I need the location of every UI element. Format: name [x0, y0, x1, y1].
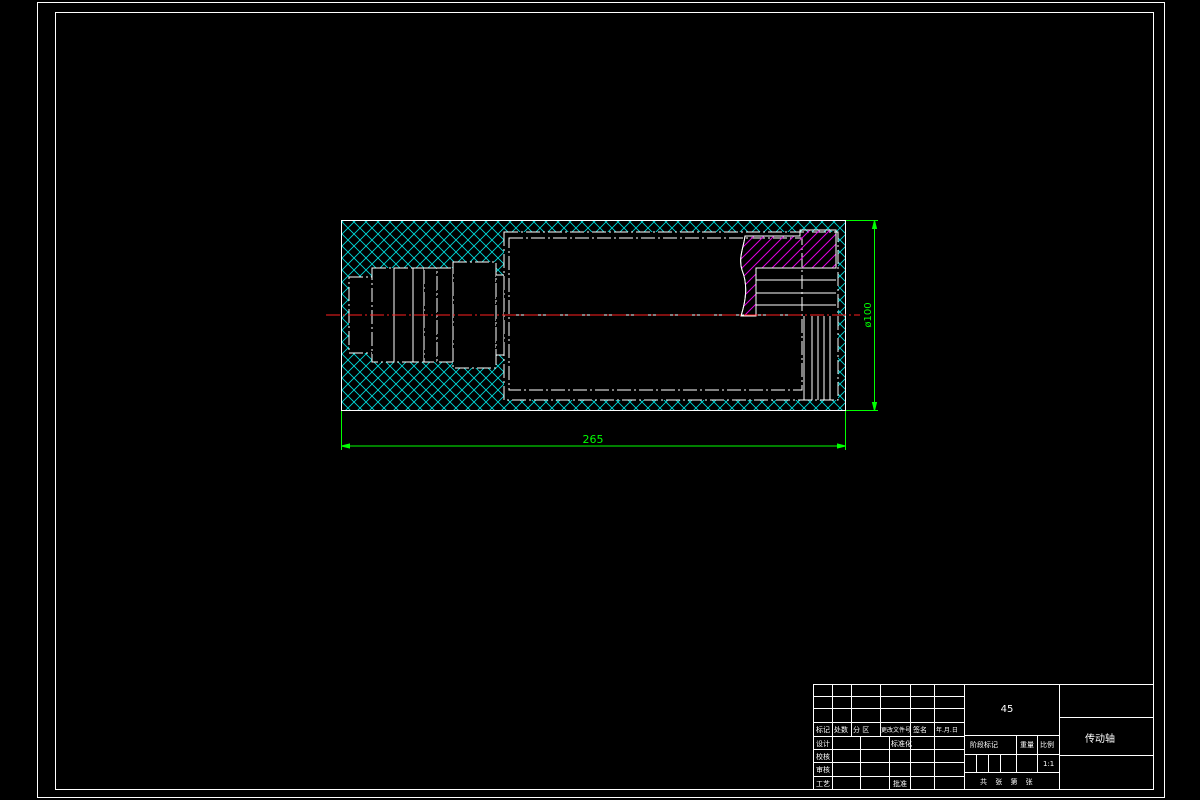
header-date: 年.月.日	[936, 726, 958, 734]
row-design-label: 设计	[816, 739, 830, 748]
scale-value: 1:1	[1043, 760, 1054, 768]
row-standardization-label: 标准化	[891, 739, 912, 748]
row-process-label: 工艺	[816, 780, 830, 788]
header-zone: 分 区	[853, 725, 869, 734]
weight-label: 重量	[1020, 741, 1034, 749]
header-mark: 标记	[816, 725, 830, 734]
part-name-label: 传动轴	[1085, 732, 1115, 745]
row-approve-label: 批准	[893, 779, 907, 788]
sheet-info: 共 张 第 张	[980, 777, 1036, 786]
stage-mark-label: 阶段标记	[970, 740, 998, 749]
row-review-label: 审核	[816, 765, 830, 774]
diameter-dimension-label: ø100	[863, 302, 874, 327]
material-label: 45	[1001, 704, 1014, 715]
header-sign: 签名	[913, 725, 927, 734]
header-count: 处数	[834, 725, 848, 734]
header-change-doc: 更改文件号	[881, 726, 911, 734]
row-check-label: 校核	[816, 752, 830, 761]
scale-label: 比例	[1040, 740, 1054, 749]
length-dimension-label: 265	[583, 433, 604, 446]
drawing-canvas: 265 ø100 45 传动轴 标记 处数 分 区 更改文件号 签名 年.月.日…	[37, 2, 1165, 798]
